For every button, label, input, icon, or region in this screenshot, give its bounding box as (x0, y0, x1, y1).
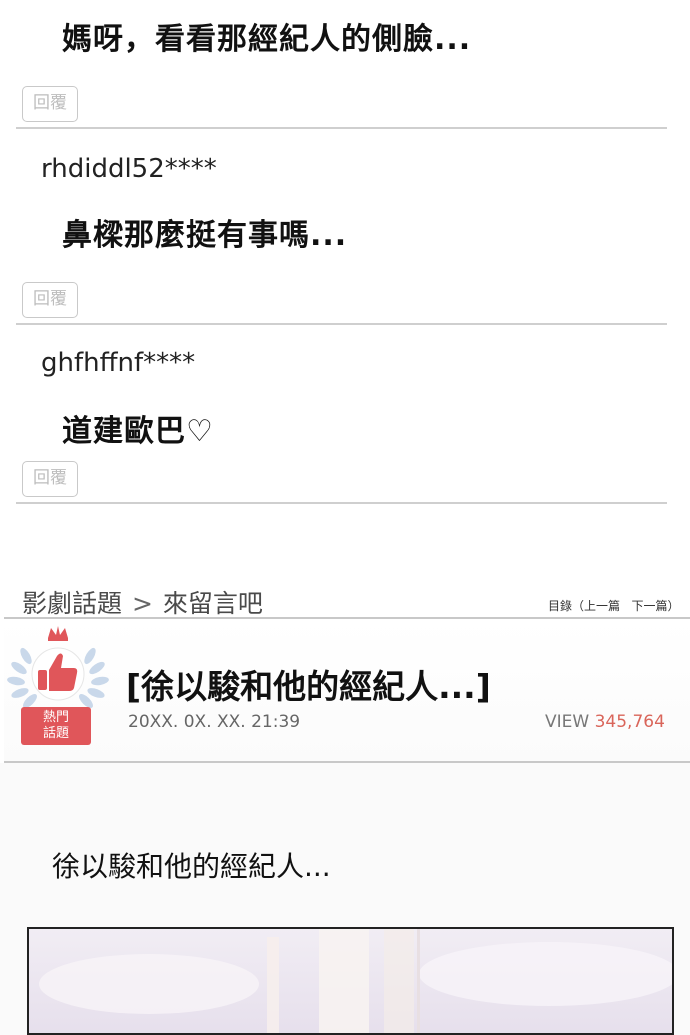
comment-3-text: 道建歐巴♡ (62, 414, 214, 449)
thumbs-up-laurel-crown-icon (7, 626, 109, 708)
view-number: 345,764 (594, 712, 665, 732)
view-label: VIEW (545, 712, 590, 732)
next-post-link[interactable]: 下一篇） (631, 599, 679, 613)
comment-2-text: 鼻樑那麼挺有事嗎... (62, 218, 348, 253)
comment-1-reply-button[interactable]: 回覆 (22, 86, 78, 122)
comment-2-reply-button[interactable]: 回覆 (22, 282, 78, 318)
comment-divider (16, 502, 667, 504)
post-body-text: 徐以駿和他的經紀人... (52, 850, 331, 883)
prev-post-link[interactable]: （上一篇 (572, 599, 620, 613)
post-image (27, 927, 674, 1035)
post-title: [徐以駿和他的經紀人...] (126, 667, 491, 706)
breadcrumb-separator: > (131, 589, 153, 618)
post-image-illustration (29, 929, 672, 1033)
comment-divider (16, 127, 667, 129)
comment-3-username: ghfhffnf**** (41, 348, 196, 378)
hot-topic-badge: 熱門 話題 (21, 707, 91, 745)
breadcrumb: 影劇話題 > 來留言吧 (22, 584, 263, 620)
directory-link[interactable]: 目錄 (548, 599, 572, 613)
comment-divider (16, 323, 667, 325)
post-navigation: 目錄（上一篇 下一篇） (548, 597, 680, 614)
breadcrumb-board[interactable]: 來留言吧 (163, 589, 263, 618)
post-date: 20XX. 0X. XX. 21:39 (128, 712, 301, 732)
comment-2-username: rhdiddl52**** (41, 154, 217, 184)
breadcrumb-section[interactable]: 影劇話題 (22, 589, 122, 618)
badge-line-2: 話題 (42, 726, 69, 741)
comment-3-reply-button[interactable]: 回覆 (22, 461, 78, 497)
comment-1-text: 媽呀，看看那經紀人的側臉... (62, 22, 472, 57)
view-count: VIEW 345,764 (545, 712, 665, 732)
badge-line-1: 熱門 (42, 710, 69, 725)
